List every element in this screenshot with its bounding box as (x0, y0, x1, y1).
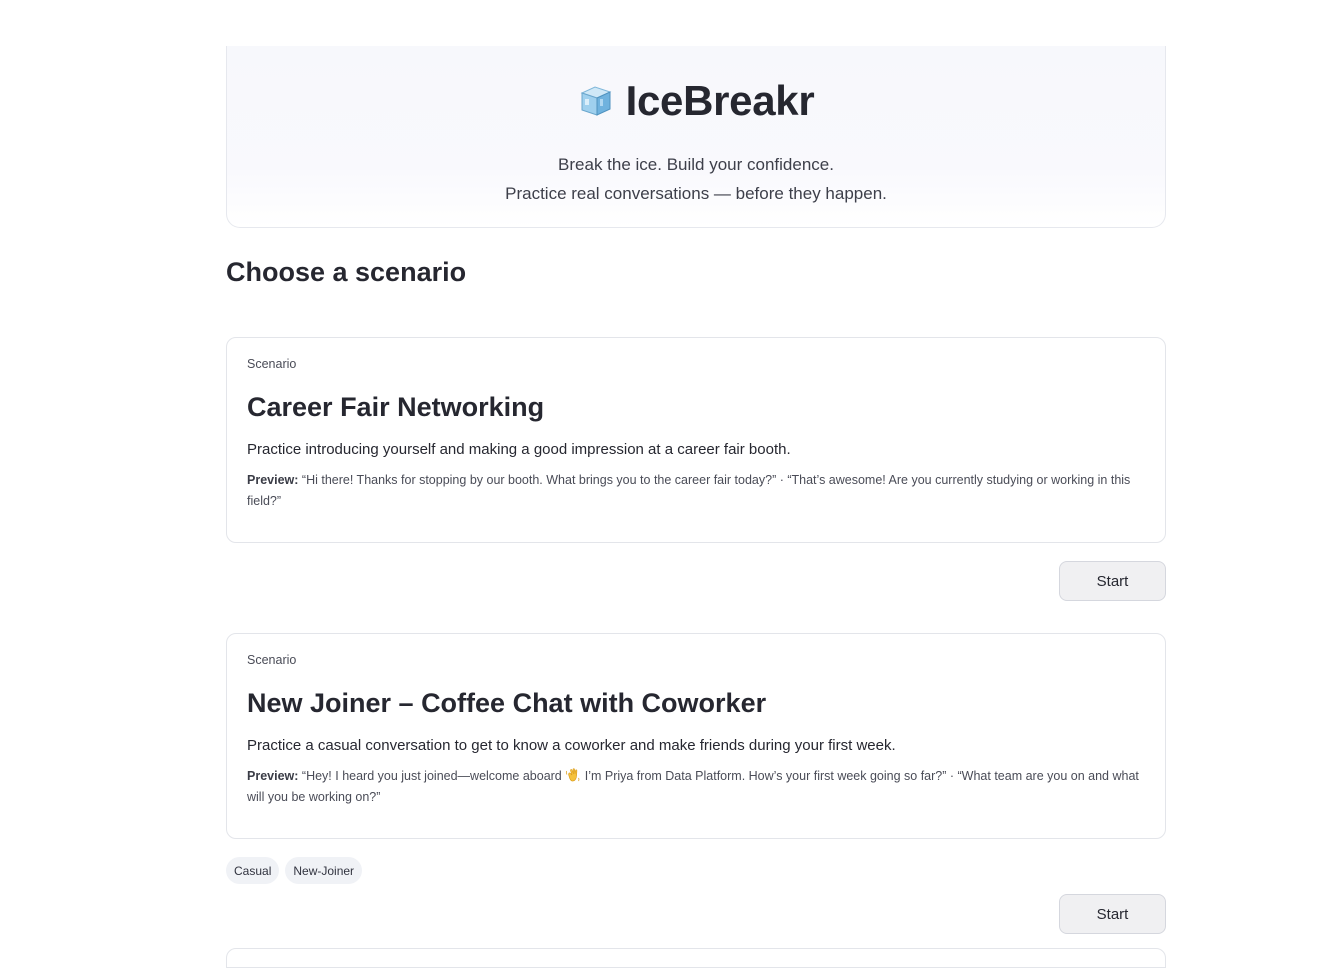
scenario-preview: Preview: “Hey! I heard you just joined—w… (247, 766, 1145, 807)
main-content: IceBreakr Break the ice. Build your conf… (226, 46, 1166, 934)
preview-text-before: “Hey! I heard you just joined—welcome ab… (301, 769, 566, 783)
scenario-preview: Preview: “Hi there! Thanks for stopping … (247, 470, 1145, 511)
preview-label: Preview: (247, 473, 299, 487)
tag-chip: New-Joiner (285, 857, 363, 884)
scenario-description: Practice a casual conversation to get to… (247, 737, 896, 754)
scenario-card (226, 948, 1166, 968)
hero-subtitle-line1: Break the ice. Build your confidence. (558, 155, 834, 174)
app-title-text: IceBreakr (625, 77, 815, 124)
start-button-coffee-chat[interactable]: Start (1059, 894, 1166, 934)
waving-hand-icon (566, 768, 580, 782)
ice-cube-icon (580, 86, 611, 116)
start-button-row: Start (226, 894, 1166, 934)
scenario-card: Scenario New Joiner – Coffee Chat with C… (226, 633, 1166, 839)
tag-list: Casual New-Joiner (226, 857, 1166, 884)
scenario-block: Scenario New Joiner – Coffee Chat with C… (226, 633, 1166, 934)
hero-subtitle-line2: Practice real conversations — before the… (505, 184, 887, 203)
scenario-kicker: Scenario (247, 653, 297, 667)
scenario-kicker: Scenario (247, 357, 297, 371)
app-title: IceBreakr (578, 77, 815, 124)
start-button-career-fair[interactable]: Start (1059, 561, 1166, 601)
scenario-title: Career Fair Networking (247, 392, 545, 422)
hero-subtitle: Break the ice. Build your confidence. Pr… (227, 150, 1165, 208)
start-button-row: Start (226, 561, 1166, 601)
section-title: Choose a scenario (226, 257, 467, 287)
scenario-card: Scenario Career Fair Networking Practice… (226, 337, 1166, 543)
preview-text: “Hi there! Thanks for stopping by our bo… (247, 473, 1131, 508)
scenario-description: Practice introducing yourself and making… (247, 441, 791, 458)
scenario-block: Scenario Career Fair Networking Practice… (226, 337, 1166, 601)
hero-banner: IceBreakr Break the ice. Build your conf… (226, 46, 1166, 228)
tag-chip: Casual (226, 857, 280, 884)
scenario-title: New Joiner – Coffee Chat with Coworker (247, 688, 767, 718)
preview-label: Preview: (247, 769, 299, 783)
